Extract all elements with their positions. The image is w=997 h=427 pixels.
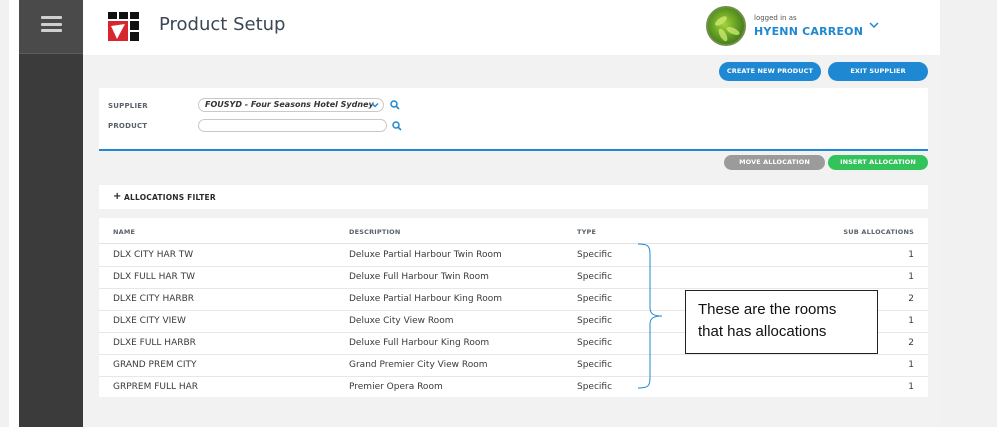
table-header: NAME DESCRIPTION TYPE SUB ALLOCATIONS [99, 218, 928, 244]
cell-type: Specific [577, 272, 613, 282]
annotation-callout: These are the rooms that has allocations [685, 290, 878, 354]
sidebar-header [19, 0, 83, 54]
user-avatar[interactable] [706, 6, 746, 46]
right-gutter [940, 0, 997, 427]
cell-name: DLXE CITY VIEW [113, 316, 186, 326]
table-row[interactable]: GRPREM FULL HAR Premier Opera Room Speci… [99, 377, 928, 399]
table-row[interactable]: DLX FULL HAR TW Deluxe Full Harbour Twin… [99, 267, 928, 289]
cell-description: Premier Opera Room [349, 382, 443, 392]
cell-name: GRPREM FULL HAR [113, 382, 199, 392]
cell-type: Specific [577, 338, 613, 348]
cell-description: Deluxe Full Harbour King Room [349, 338, 490, 348]
cell-name: DLXE CITY HARBR [113, 294, 195, 304]
table-row[interactable]: GRAND PREM CITY Grand Premier City View … [99, 355, 928, 377]
cell-type: Specific [577, 360, 613, 370]
plus-icon: + [113, 191, 122, 202]
annotation-line-2: that has allocations [698, 323, 827, 340]
search-panel: SUPPLIER FOUSYD - Four Seasons Hotel Syd… [99, 88, 928, 151]
cell-description: Deluxe Partial Harbour Twin Room [349, 250, 502, 260]
left-gutter [0, 0, 9, 427]
exit-supplier-button[interactable]: EXIT SUPPLIER [828, 62, 928, 81]
search-icon[interactable] [392, 121, 402, 131]
main-content: Product Setup logged in as HYENN CARREON… [83, 0, 940, 427]
cell-type: Specific [577, 316, 613, 326]
column-header-description[interactable]: DESCRIPTION [349, 228, 401, 236]
insert-allocation-button[interactable]: INSERT ALLOCATION [828, 155, 928, 170]
cell-sub-allocations: 1 [908, 250, 914, 260]
cell-description: Deluxe Partial Harbour King Room [349, 294, 503, 304]
app-frame: Product Setup logged in as HYENN CARREON… [0, 0, 997, 427]
product-input[interactable] [198, 119, 387, 132]
cell-sub-allocations: 2 [908, 294, 914, 304]
cell-type: Specific [577, 250, 613, 260]
cell-name: DLXE FULL HARBR [113, 338, 196, 348]
cell-sub-allocations: 1 [908, 382, 914, 392]
cell-type: Specific [577, 382, 613, 392]
search-icon[interactable] [390, 100, 400, 110]
cell-name: DLX FULL HAR TW [113, 272, 196, 282]
table-row[interactable]: DLX CITY HAR TW Deluxe Partial Harbour T… [99, 245, 928, 267]
move-allocation-button[interactable]: MOVE ALLOCATION [724, 155, 825, 170]
column-header-type[interactable]: TYPE [577, 228, 596, 236]
logged-in-label: logged in as [754, 14, 797, 22]
column-header-sub-allocations[interactable]: SUB ALLOCATIONS [843, 228, 914, 236]
company-logo [108, 12, 139, 41]
cell-description: Deluxe Full Harbour Twin Room [349, 272, 489, 282]
supplier-select[interactable]: FOUSYD - Four Seasons Hotel Sydney [198, 98, 384, 112]
cell-name: GRAND PREM CITY [113, 360, 197, 370]
user-name[interactable]: HYENN CARREON [754, 25, 863, 38]
column-header-name[interactable]: NAME [113, 228, 135, 236]
cell-type: Specific [577, 294, 613, 304]
cell-name: DLX CITY HAR TW [113, 250, 194, 260]
hamburger-menu-icon[interactable] [41, 16, 62, 32]
cell-description: Grand Premier City View Room [349, 360, 488, 370]
chevron-down-icon [371, 103, 379, 108]
create-new-product-button[interactable]: CREATE NEW PRODUCT [719, 62, 821, 81]
cell-sub-allocations: 1 [908, 272, 914, 282]
cell-sub-allocations: 1 [908, 360, 914, 370]
annotation-brace [637, 243, 663, 389]
supplier-select-value: FOUSYD - Four Seasons Hotel Sydney [205, 100, 374, 109]
allocations-filter-label: ALLOCATIONS FILTER [124, 193, 216, 202]
top-header: Product Setup logged in as HYENN CARREON [83, 0, 940, 55]
chevron-down-icon[interactable] [868, 19, 880, 31]
supplier-label: SUPPLIER [108, 102, 148, 110]
product-label: PRODUCT [108, 122, 148, 130]
sidebar [19, 0, 83, 427]
cell-description: Deluxe City View Room [349, 316, 454, 326]
page-title: Product Setup [159, 14, 286, 35]
cell-sub-allocations: 1 [908, 316, 914, 326]
annotation-line-1: These are the rooms [698, 301, 837, 318]
cell-sub-allocations: 2 [908, 338, 914, 348]
allocations-filter-toggle[interactable]: + ALLOCATIONS FILTER [99, 185, 928, 209]
